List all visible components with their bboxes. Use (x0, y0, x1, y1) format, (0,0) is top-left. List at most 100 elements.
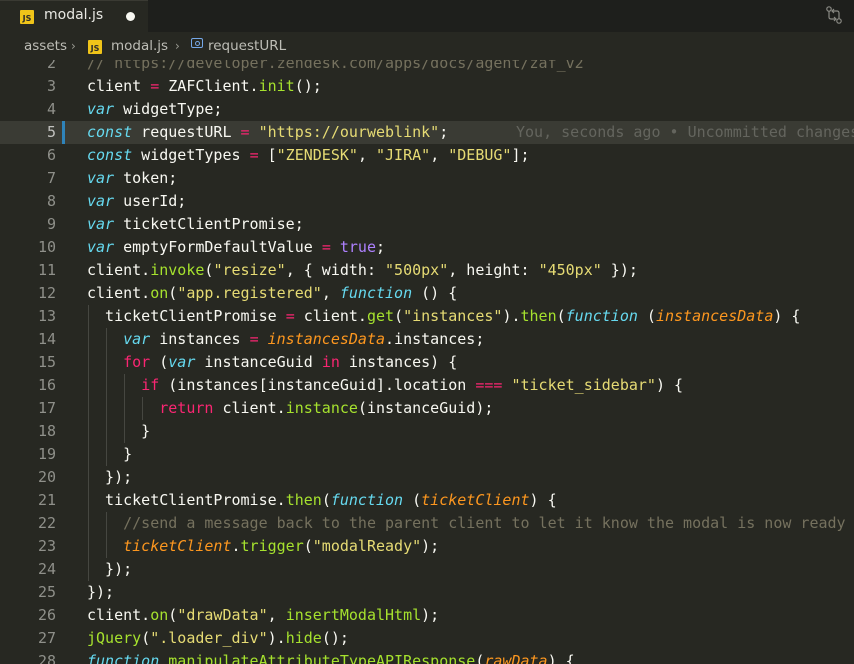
code-line[interactable]: 9 var ticketClientPromise; (0, 213, 854, 236)
code-token: "app.registered" (177, 284, 322, 302)
code-token: if (141, 376, 160, 394)
code-line[interactable]: 5 const requestURL = "https://ourweblink"… (0, 121, 854, 144)
code-token: , (321, 284, 340, 302)
code-token: (instances[instanceGuid].location (159, 376, 476, 394)
breadcrumb-file[interactable]: modal.js (111, 38, 168, 54)
code-token: ]; (511, 146, 530, 164)
code-token: ( (403, 491, 422, 509)
code-token: ( (321, 491, 331, 509)
code-line[interactable]: 24 }); (0, 558, 854, 581)
code-text: jQuery(".loader_div").hide(); (87, 627, 349, 650)
code-token: "https://ourweblink" (258, 123, 440, 141)
code-editor[interactable]: 2 // https://developer.zendesk.com/apps/d… (0, 60, 854, 664)
tab-bar: JS modal.js (0, 0, 854, 32)
code-token: widgetTypes (132, 146, 250, 164)
code-token: ( (394, 307, 404, 325)
code-token: var (168, 353, 196, 371)
code-line[interactable]: 12 client.on("app.registered", function (… (0, 282, 854, 305)
code-text: }); (87, 581, 114, 604)
code-text: var userId; (87, 190, 186, 213)
code-token: ".loader_div" (150, 629, 268, 647)
code-line[interactable]: 25}); (0, 581, 854, 604)
code-line[interactable]: 13 ticketClientPromise = client.get("ins… (0, 305, 854, 328)
line-number: 21 (37, 491, 56, 509)
code-token: ( (150, 353, 169, 371)
code-line[interactable]: 10 var emptyFormDefaultValue = true; (0, 236, 854, 259)
code-token: trigger (240, 537, 304, 555)
line-number: 16 (37, 376, 56, 394)
code-line[interactable]: 20 }); (0, 466, 854, 489)
code-line[interactable]: 2 // https://developer.zendesk.com/apps/d… (0, 60, 854, 75)
code-text: ticketClient.trigger("modalReady"); (87, 535, 439, 558)
code-token: }); (87, 583, 115, 601)
code-token: = (249, 146, 259, 164)
line-number: 9 (46, 215, 56, 233)
code-line[interactable]: 3 client = ZAFClient.init(); (0, 75, 854, 98)
indent-guide (106, 328, 108, 466)
code-line[interactable]: 14 var instances = instancesData.instanc… (0, 328, 854, 351)
tab-modal-js[interactable]: JS modal.js (0, 0, 148, 32)
line-number: 14 (37, 330, 56, 348)
code-token: init (258, 77, 295, 95)
code-token: }); (601, 261, 638, 279)
code-line[interactable]: 26 client.on("drawData", insertModalHtml)… (0, 604, 854, 627)
code-token: "450px" (538, 261, 602, 279)
code-token: client. (294, 307, 367, 325)
code-token: "instances" (403, 307, 503, 325)
code-line[interactable]: 7 var token; (0, 167, 854, 190)
code-line[interactable]: 8 var userId; (0, 190, 854, 213)
breadcrumb-symbol[interactable]: requestURL (208, 38, 286, 54)
code-line[interactable]: 19 } (0, 443, 854, 466)
code-token: var (87, 100, 115, 118)
indent-guide (88, 305, 89, 581)
breadcrumb-folder[interactable]: assets (24, 38, 67, 54)
code-line[interactable]: 15 for (var instanceGuid in instances) { (0, 351, 854, 374)
code-line[interactable]: 11 client.invoke("resize", { width: "500p… (0, 259, 854, 282)
line-number: 3 (46, 77, 56, 95)
code-token: function (565, 307, 638, 325)
code-line[interactable]: 4 var widgetType; (0, 98, 854, 121)
code-token: var (87, 169, 115, 187)
code-line[interactable]: 23 ticketClient.trigger("modalReady"); (0, 535, 854, 558)
code-token: }); (87, 560, 133, 578)
git-blame-annotation: You, seconds ago • Uncommitted changes (516, 123, 854, 141)
code-line[interactable]: 21 ticketClientPromise.then(function (ti… (0, 489, 854, 512)
code-token: "500px" (385, 261, 449, 279)
line-number: 7 (46, 169, 56, 187)
code-line[interactable]: 18 } (0, 420, 854, 443)
code-token: function (339, 284, 413, 302)
code-token: () { (412, 284, 458, 302)
code-token: instance (285, 399, 358, 417)
variable-symbol-icon (191, 38, 203, 48)
code-line[interactable]: 17 return client.instance(instanceGuid); (0, 397, 854, 420)
code-token: (instanceGuid); (357, 399, 494, 417)
code-token: in (321, 353, 340, 371)
code-line[interactable]: 16 if (instances[instanceGuid].location … (0, 374, 854, 397)
code-line[interactable]: 6 const widgetTypes = ["ZENDESK", "JIRA",… (0, 144, 854, 167)
compare-changes-icon[interactable] (824, 5, 844, 25)
code-line[interactable]: 27 jQuery(".loader_div").hide(); (0, 627, 854, 650)
code-token: ( (475, 652, 485, 664)
code-token: client. (213, 399, 286, 417)
code-text: //send a message back to the parent clie… (87, 512, 845, 535)
code-token: const (87, 123, 133, 141)
code-line[interactable]: 28 function manipulateAttributeTypeAPIRes… (0, 650, 854, 664)
code-text: client.invoke("resize", { width: "500px"… (87, 259, 638, 282)
code-token: }); (87, 468, 133, 486)
code-token: "ticket_sidebar" (511, 376, 656, 394)
code-line[interactable]: 22 //send a message back to the parent c… (0, 512, 854, 535)
code-token: , (430, 146, 449, 164)
code-token: function (87, 652, 160, 664)
code-token: ticketClientPromise. (87, 491, 286, 509)
code-token: , (357, 146, 376, 164)
code-token: var (123, 330, 151, 348)
code-token: ) { (655, 376, 684, 394)
code-token: client. (87, 261, 151, 279)
code-token: ); (421, 537, 440, 555)
unsaved-changes-dot-icon[interactable] (126, 12, 135, 21)
code-token: ticketClientPromise (87, 307, 286, 325)
line-number: 22 (37, 514, 56, 532)
code-text: var token; (87, 167, 177, 190)
